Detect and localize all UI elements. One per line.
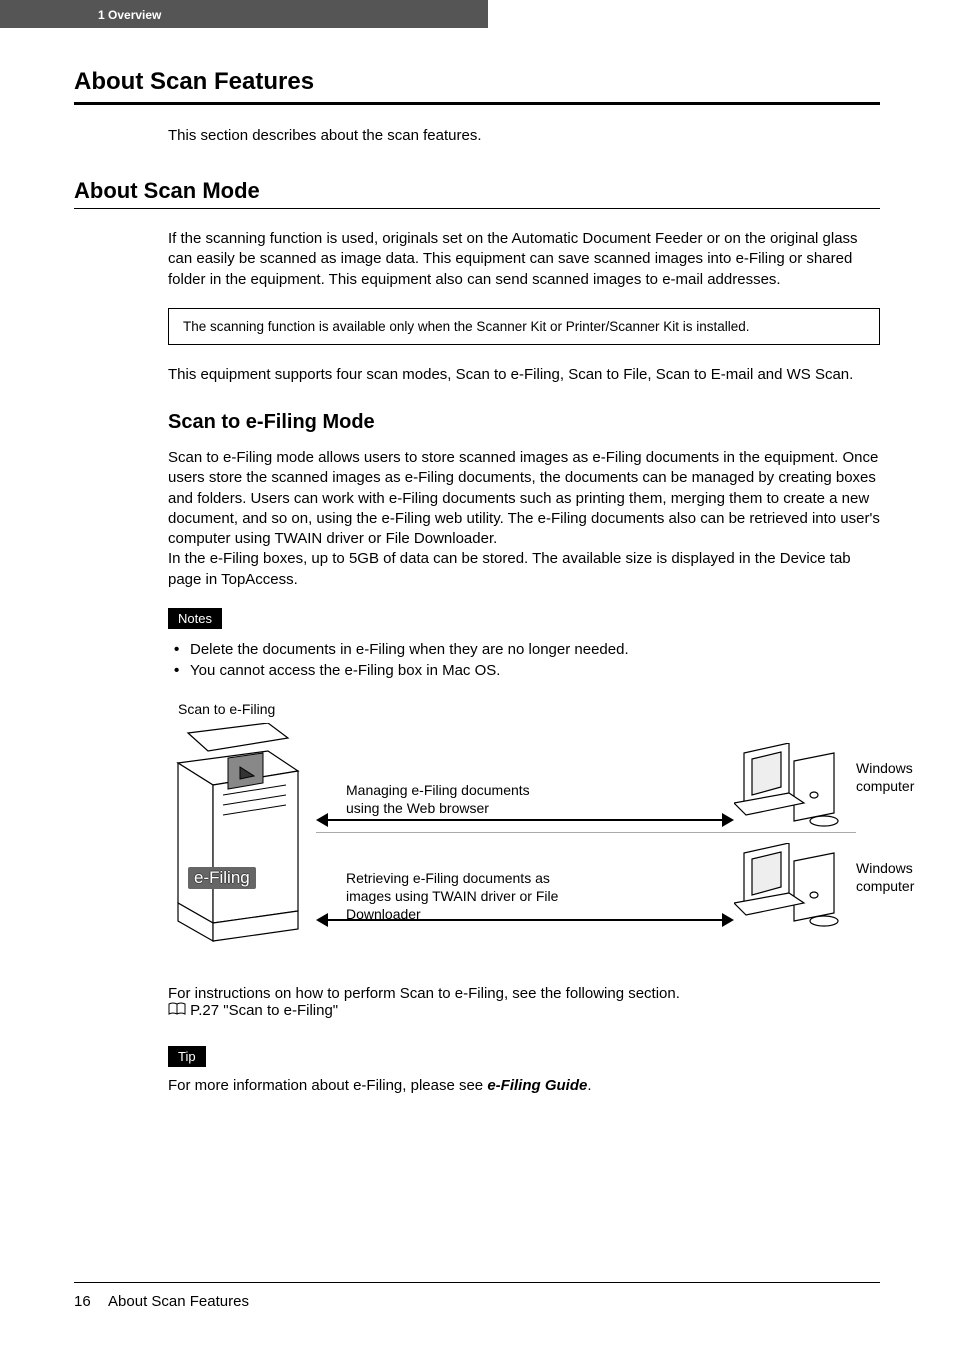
arrow-icon — [326, 819, 726, 821]
flow-text-2: Retrieving e-Filing documents as images … — [346, 869, 566, 924]
arrow-head-icon — [316, 813, 328, 827]
computer-icon — [734, 843, 844, 929]
flow-bottom: Retrieving e-Filing documents as images … — [316, 833, 856, 933]
page: 1 Overview About Scan Features This sect… — [0, 0, 954, 1348]
list-item: You cannot access the e-Filing box in Ma… — [168, 660, 880, 681]
chapter-tab: 1 Overview — [0, 0, 488, 28]
target-label-1: Windows computer — [856, 759, 914, 795]
tip-guide-name: e-Filing Guide — [487, 1077, 587, 1094]
device-label: e-Filing — [188, 867, 256, 889]
arrow-icon — [326, 919, 726, 921]
tip-text-post: . — [587, 1077, 591, 1094]
page-reference-link[interactable]: P.27 "Scan to e-Filing" — [190, 1002, 338, 1019]
book-icon — [168, 1002, 186, 1020]
page-number: 16 — [74, 1293, 91, 1310]
flow-top: Managing e-Filing documents using the We… — [316, 733, 856, 833]
tip-text: For more information about e-Filing, ple… — [168, 1077, 880, 1094]
content: About Scan Features This section describ… — [0, 28, 954, 1094]
scan-diagram: Scan to e-Filing — [168, 701, 880, 961]
section-heading: About Scan Mode — [74, 178, 880, 204]
arrow-head-icon — [722, 913, 734, 927]
tip-text-pre: For more information about e-Filing, ple… — [168, 1077, 487, 1094]
flow-text-1: Managing e-Filing documents using the We… — [346, 781, 566, 817]
divider-thin — [74, 208, 880, 209]
page-footer: 16 About Scan Features — [74, 1282, 880, 1310]
subsection-body: Scan to e-Filing mode allows users to st… — [168, 448, 880, 590]
footer-title: About Scan Features — [108, 1293, 249, 1310]
target-label-2: Windows computer — [856, 859, 914, 895]
notes-list: Delete the documents in e-Filing when th… — [168, 639, 880, 681]
intro-text: This section describes about the scan fe… — [168, 127, 880, 144]
page-title: About Scan Features — [74, 68, 880, 96]
diagram-title: Scan to e-Filing — [178, 701, 880, 717]
section-paragraph-1: If the scanning function is used, origin… — [168, 229, 880, 290]
mfp-icon: e-Filing — [168, 723, 313, 943]
arrow-head-icon — [722, 813, 734, 827]
list-item: Delete the documents in e-Filing when th… — [168, 639, 880, 660]
tip-label: Tip — [168, 1046, 206, 1067]
instructions-block: For instructions on how to perform Scan … — [168, 985, 880, 1020]
computer-icon — [734, 743, 844, 829]
availability-note: The scanning function is available only … — [168, 308, 880, 345]
instructions-text: For instructions on how to perform Scan … — [168, 985, 680, 1002]
arrow-head-icon — [316, 913, 328, 927]
subsection-heading: Scan to e-Filing Mode — [168, 411, 880, 434]
section-paragraph-2: This equipment supports four scan modes,… — [168, 365, 880, 385]
divider-thick — [74, 102, 880, 105]
notes-label: Notes — [168, 608, 222, 629]
